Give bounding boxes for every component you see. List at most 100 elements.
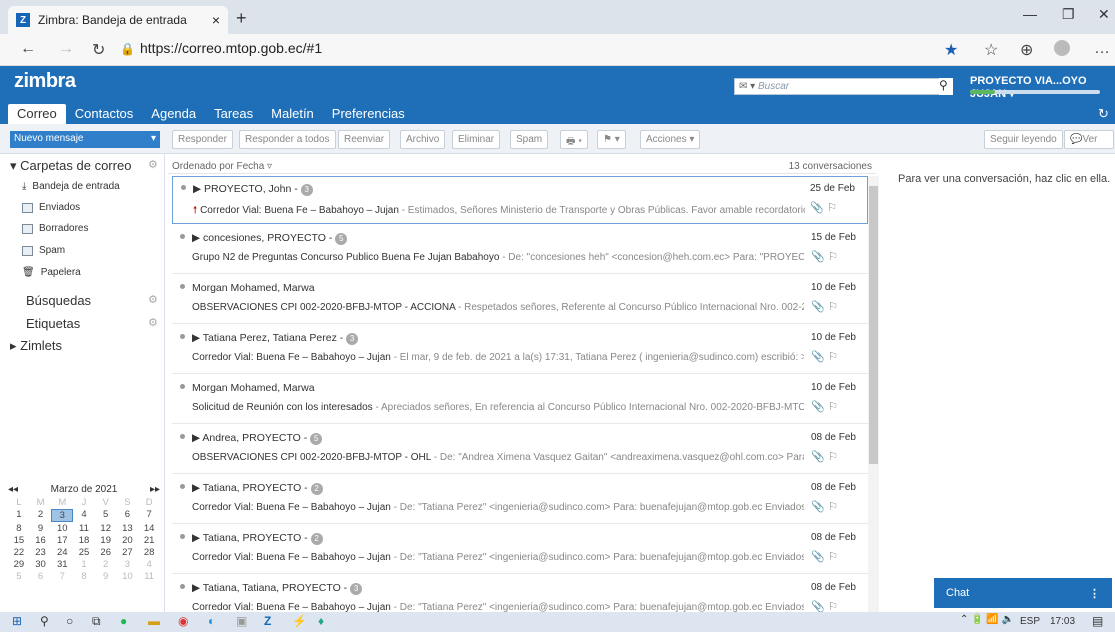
calendar-day[interactable]: 4 <box>73 509 95 522</box>
folders-header[interactable]: ▾ Carpetas de correo <box>10 158 131 174</box>
search-icon[interactable]: ⚲ <box>40 614 49 628</box>
chat-menu-icon[interactable]: ⋮ <box>1089 587 1100 600</box>
attachment-flag-icons[interactable]: 📎 ⚐ <box>810 201 837 214</box>
attachment-flag-icons[interactable]: 📎 ⚐ <box>811 400 838 413</box>
calendar-day[interactable]: 30 <box>30 559 52 570</box>
calendar-day-today[interactable]: 3 <box>51 509 74 522</box>
calendar-day[interactable]: 17 <box>51 535 73 546</box>
reply-button[interactable]: Responder <box>172 130 233 149</box>
search-input[interactable]: ✉ ▾ Buscar <box>734 78 952 95</box>
message-row[interactable]: ▶ Tatiana Perez, Tatiana Perez -3 10 de F… <box>172 326 868 374</box>
calendar-day[interactable]: 26 <box>95 547 117 558</box>
calendar-day[interactable]: 11 <box>138 571 160 582</box>
windows-start-icon[interactable]: ⊞ <box>12 614 22 628</box>
back-icon[interactable]: ← <box>20 40 36 58</box>
clock[interactable]: 17:03 <box>1050 616 1075 627</box>
language-indicator[interactable]: ESP <box>1020 616 1040 627</box>
tab-correo[interactable]: Correo <box>8 104 66 124</box>
attachment-flag-icons[interactable]: 📎 ⚐ <box>811 550 838 563</box>
calendar-day[interactable]: 8 <box>8 523 30 534</box>
new-tab-icon[interactable]: + <box>236 8 247 29</box>
print-icon[interactable]: 🖶 ▾ <box>560 130 588 149</box>
calendar-day[interactable]: 29 <box>8 559 30 570</box>
calendar-day[interactable]: 24 <box>51 547 73 558</box>
folder-trash[interactable]: 🗑 Papelera <box>22 267 81 278</box>
reload-icon[interactable]: ↻ <box>92 40 105 60</box>
spam-button[interactable]: Spam <box>510 130 549 149</box>
folder-sent[interactable]: Enviados <box>22 202 80 213</box>
tag-icon[interactable]: ⚑ ▾ <box>597 130 626 149</box>
calendar-day[interactable]: 11 <box>73 523 95 534</box>
profile-avatar[interactable] <box>1054 40 1070 56</box>
tags-header[interactable]: Etiquetas <box>26 316 80 331</box>
file-explorer-icon[interactable]: ▬ <box>148 614 160 628</box>
calendar-day[interactable]: 5 <box>95 509 117 522</box>
minimize-icon[interactable]: — <box>1023 6 1037 22</box>
calendar-day[interactable]: 27 <box>117 547 139 558</box>
zimlets-header[interactable]: ▸ Zimlets <box>10 338 62 354</box>
tab-contactos[interactable]: Contactos <box>66 104 143 124</box>
message-row[interactable]: ▶ PROYECTO, John -3 25 de Feb 🠕 Corredor V… <box>172 176 868 224</box>
edge-icon[interactable]: ◐ <box>208 614 215 628</box>
search-button[interactable]: ⚲ <box>939 78 953 95</box>
read-status-icon[interactable] <box>180 434 185 439</box>
folders-gear-icon[interactable]: ⚙ <box>148 158 158 171</box>
attachment-flag-icons[interactable]: 📎 ⚐ <box>811 350 838 363</box>
sort-control[interactable]: Ordenado por Fecha ▿ <box>172 161 272 172</box>
app-leaf-icon[interactable]: ♦ <box>318 614 324 628</box>
prev-year-icon[interactable]: ◂◂ <box>8 484 18 495</box>
user-menu[interactable]: PROYECTO VIA...OYO JUJAN ▾ <box>970 75 1115 100</box>
browser-tab[interactable]: Z Zimbra: Bandeja de entrada × <box>8 6 228 34</box>
calendar-day[interactable]: 6 <box>117 509 139 522</box>
archive-button[interactable]: Archivo <box>400 130 446 149</box>
tab-maletin[interactable]: Maletín <box>262 104 323 124</box>
message-row[interactable]: ▶ Tatiana, PROYECTO -2 08 de Feb Corredor … <box>172 526 868 574</box>
tab-preferencias[interactable]: Preferencias <box>323 104 414 124</box>
view-button[interactable]: 💬Ver <box>1064 130 1114 149</box>
url-field[interactable]: https://correo.mtop.gob.ec/#1 <box>140 40 322 56</box>
calendar-day[interactable]: 14 <box>138 523 160 534</box>
read-status-icon[interactable] <box>180 334 185 339</box>
read-status-icon[interactable] <box>180 584 185 589</box>
task-view-icon[interactable]: ⧉ <box>92 614 101 629</box>
calendar-day[interactable]: 25 <box>73 547 95 558</box>
searches-header[interactable]: Búsquedas <box>26 293 91 308</box>
favorite-star-icon[interactable]: ★ <box>944 40 958 60</box>
refresh-icon[interactable]: ↻ <box>1098 106 1109 122</box>
calendar-day[interactable]: 22 <box>8 547 30 558</box>
calendar-day[interactable]: 19 <box>95 535 117 546</box>
searches-gear-icon[interactable]: ⚙ <box>148 293 158 306</box>
forward-icon[interactable]: → <box>58 40 74 58</box>
folder-inbox[interactable]: ⤓ Bandeja de entrada <box>22 181 120 192</box>
notifications-icon[interactable]: ▤ <box>1092 614 1103 628</box>
favorites-icon[interactable]: ☆ <box>984 40 998 60</box>
system-tray-icons[interactable]: ⌃ 🔋 📶 🔈 <box>960 614 1014 625</box>
calendar-day[interactable]: 18 <box>73 535 95 546</box>
tags-gear-icon[interactable]: ⚙ <box>148 316 158 329</box>
message-row[interactable]: ▶ Andrea, PROYECTO -5 08 de Feb OBSERVACIO… <box>172 426 868 474</box>
calendar-day[interactable]: 31 <box>51 559 73 570</box>
reply-all-button[interactable]: Responder a todos <box>239 130 336 149</box>
calendar-day[interactable]: 28 <box>138 547 160 558</box>
read-status-icon[interactable] <box>180 484 185 489</box>
calendar-day[interactable]: 13 <box>117 523 139 534</box>
zimbra-taskbar-icon[interactable]: Z <box>264 614 271 628</box>
calendar-day[interactable]: 3 <box>117 559 139 570</box>
calendar-day[interactable]: 9 <box>30 523 52 534</box>
message-row[interactable]: ▶ concesiones, PROYECTO -5 15 de Feb Grupo… <box>172 226 868 274</box>
new-message-button[interactable]: Nuevo mensaje ▾ <box>10 131 160 148</box>
close-tab-icon[interactable]: × <box>212 12 220 28</box>
calendar-day[interactable]: 21 <box>138 535 160 546</box>
calendar-day[interactable]: 7 <box>138 509 160 522</box>
cortana-icon[interactable]: ○ <box>66 614 73 628</box>
delete-button[interactable]: Eliminar <box>452 130 501 149</box>
read-status-icon[interactable] <box>180 284 185 289</box>
next-year-icon[interactable]: ▸▸ <box>150 484 160 495</box>
calendar-day[interactable]: 1 <box>73 559 95 570</box>
close-window-icon[interactable]: ✕ <box>1098 6 1110 23</box>
attachment-flag-icons[interactable]: 📎 ⚐ <box>811 500 838 513</box>
calendar-day[interactable]: 5 <box>8 571 30 582</box>
calendar-day[interactable]: 15 <box>8 535 30 546</box>
app-bolt-icon[interactable]: ⚡ <box>292 614 307 628</box>
folder-drafts[interactable]: Borradores <box>22 223 88 234</box>
